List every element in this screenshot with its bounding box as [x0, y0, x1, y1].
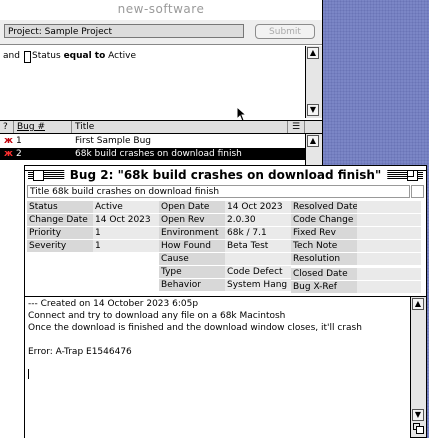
open-date-value[interactable]: 14 Oct 2023 — [225, 201, 291, 214]
query-area: and Status equal to Active ▲ ▼ — [0, 46, 322, 122]
field-label: Code Change — [291, 214, 357, 227]
status-value[interactable]: Active — [93, 201, 159, 214]
behavior-value[interactable]: System Hang — [225, 279, 291, 292]
project-bar: Project: Sample Project Submit — [0, 20, 322, 45]
priority-value[interactable]: 1 — [93, 227, 159, 240]
cause-value[interactable] — [225, 253, 291, 266]
scroll-up-arrow-icon[interactable]: ▲ — [412, 298, 424, 310]
scroll-up-arrow-icon[interactable]: ▲ — [307, 47, 319, 59]
fixed-rev-value[interactable] — [357, 227, 421, 240]
tech-note-value[interactable] — [357, 240, 421, 253]
close-box-icon[interactable] — [33, 170, 44, 181]
field-label: Environment — [159, 227, 225, 240]
note-line: Once the download is finished and the do… — [28, 323, 362, 333]
field-label: Priority — [27, 227, 93, 240]
list-item-title: First Sample Bug — [75, 136, 151, 146]
header-title[interactable]: Title — [72, 121, 288, 133]
field-label: Severity — [27, 240, 93, 253]
code-change-value[interactable] — [357, 214, 421, 227]
note-line: Connect and try to download any file on … — [28, 311, 286, 321]
bug-xref-value[interactable] — [357, 281, 421, 294]
field-label: Fixed Rev — [291, 227, 357, 240]
list-item-title: 68k build crashes on download finish — [75, 149, 242, 159]
query-clause[interactable]: Status equal to Active — [32, 51, 136, 61]
change-date-value[interactable]: 14 Oct 2023 — [93, 214, 159, 227]
bug-window-title: Bug 2: "68k build crashes on download fi… — [63, 167, 388, 183]
list-item[interactable]: ж 2 68k build crashes on download finish — [0, 148, 305, 160]
resolution-value[interactable] — [357, 253, 421, 266]
type-value[interactable]: Code Defect — [225, 266, 291, 279]
field-label: Status — [27, 201, 93, 214]
field-label: Resolved Date — [291, 201, 357, 214]
app-title: new-software — [0, 0, 322, 19]
resolved-date-value[interactable] — [357, 201, 421, 214]
note-line: --- Created on 14 October 2023 6:05p — [28, 299, 199, 309]
field-label: Closed Date — [291, 268, 357, 281]
notes-scrollbar[interactable]: ▲ ▼ — [410, 296, 426, 437]
field-label: Behavior — [159, 279, 225, 292]
note-line: Error: A-Trap E1546476 — [28, 347, 132, 357]
notes-textarea[interactable]: --- Created on 14 October 2023 6:05p Con… — [25, 296, 410, 438]
environment-value[interactable]: 68k / 7.1 — [225, 227, 291, 240]
open-rev-value[interactable]: 2.0.30 — [225, 214, 291, 227]
field-label: Bug X-Ref — [291, 281, 357, 294]
query-field: Status — [32, 51, 61, 61]
severity-value[interactable]: 1 — [93, 240, 159, 253]
field-label: Tech Note — [291, 240, 357, 253]
list-item-bug-number: 1 — [16, 136, 22, 146]
query-conjunction: and — [3, 51, 20, 61]
resize-grip-icon[interactable] — [413, 423, 424, 434]
query-handle[interactable] — [24, 51, 31, 63]
field-label: Cause — [159, 253, 225, 266]
bug-title-field[interactable]: Title 68k build crashes on download fini… — [27, 185, 410, 198]
text-caret — [28, 369, 29, 379]
field-label: Resolution — [291, 253, 357, 266]
bug-window-titlebar[interactable]: Bug 2: "68k build crashes on download fi… — [25, 166, 426, 184]
header-bug-number[interactable]: Bug # — [14, 121, 72, 133]
scroll-up-arrow-icon[interactable]: ▲ — [307, 135, 319, 147]
scroll-down-arrow-icon[interactable]: ▼ — [412, 409, 424, 421]
column-menu-icon[interactable]: ☰ — [288, 121, 305, 133]
query-scrollbar[interactable]: ▲ ▼ — [305, 46, 322, 118]
query-operator: equal to — [63, 51, 106, 61]
zoom-box-icon[interactable] — [407, 170, 418, 181]
bug-icon: ж — [4, 149, 13, 159]
field-label: Open Date — [159, 201, 225, 214]
list-item[interactable]: ж 1 First Sample Bug — [0, 135, 305, 147]
bug-detail-window: Bug 2: "68k build crashes on download fi… — [24, 165, 427, 438]
closed-date-value[interactable] — [357, 268, 421, 281]
field-label: Change Date — [27, 214, 93, 227]
list-item-bug-number: 2 — [16, 149, 22, 159]
header-flag[interactable]: ? — [0, 121, 14, 133]
query-value: Active — [108, 51, 137, 61]
field-label: Open Rev — [159, 214, 225, 227]
field-label: Type — [159, 266, 225, 279]
list-header: ? Bug # Title ☰ — [0, 121, 322, 134]
field-label: How Found — [159, 240, 225, 253]
scroll-down-arrow-icon[interactable]: ▼ — [307, 104, 319, 116]
header-bug-label: Bug # — [17, 122, 45, 132]
project-field[interactable]: Project: Sample Project — [4, 24, 244, 38]
title-field-end — [411, 185, 424, 198]
bug-icon: ж — [4, 136, 13, 146]
submit-button[interactable]: Submit — [255, 24, 315, 39]
how-found-value[interactable]: Beta Test — [225, 240, 291, 253]
